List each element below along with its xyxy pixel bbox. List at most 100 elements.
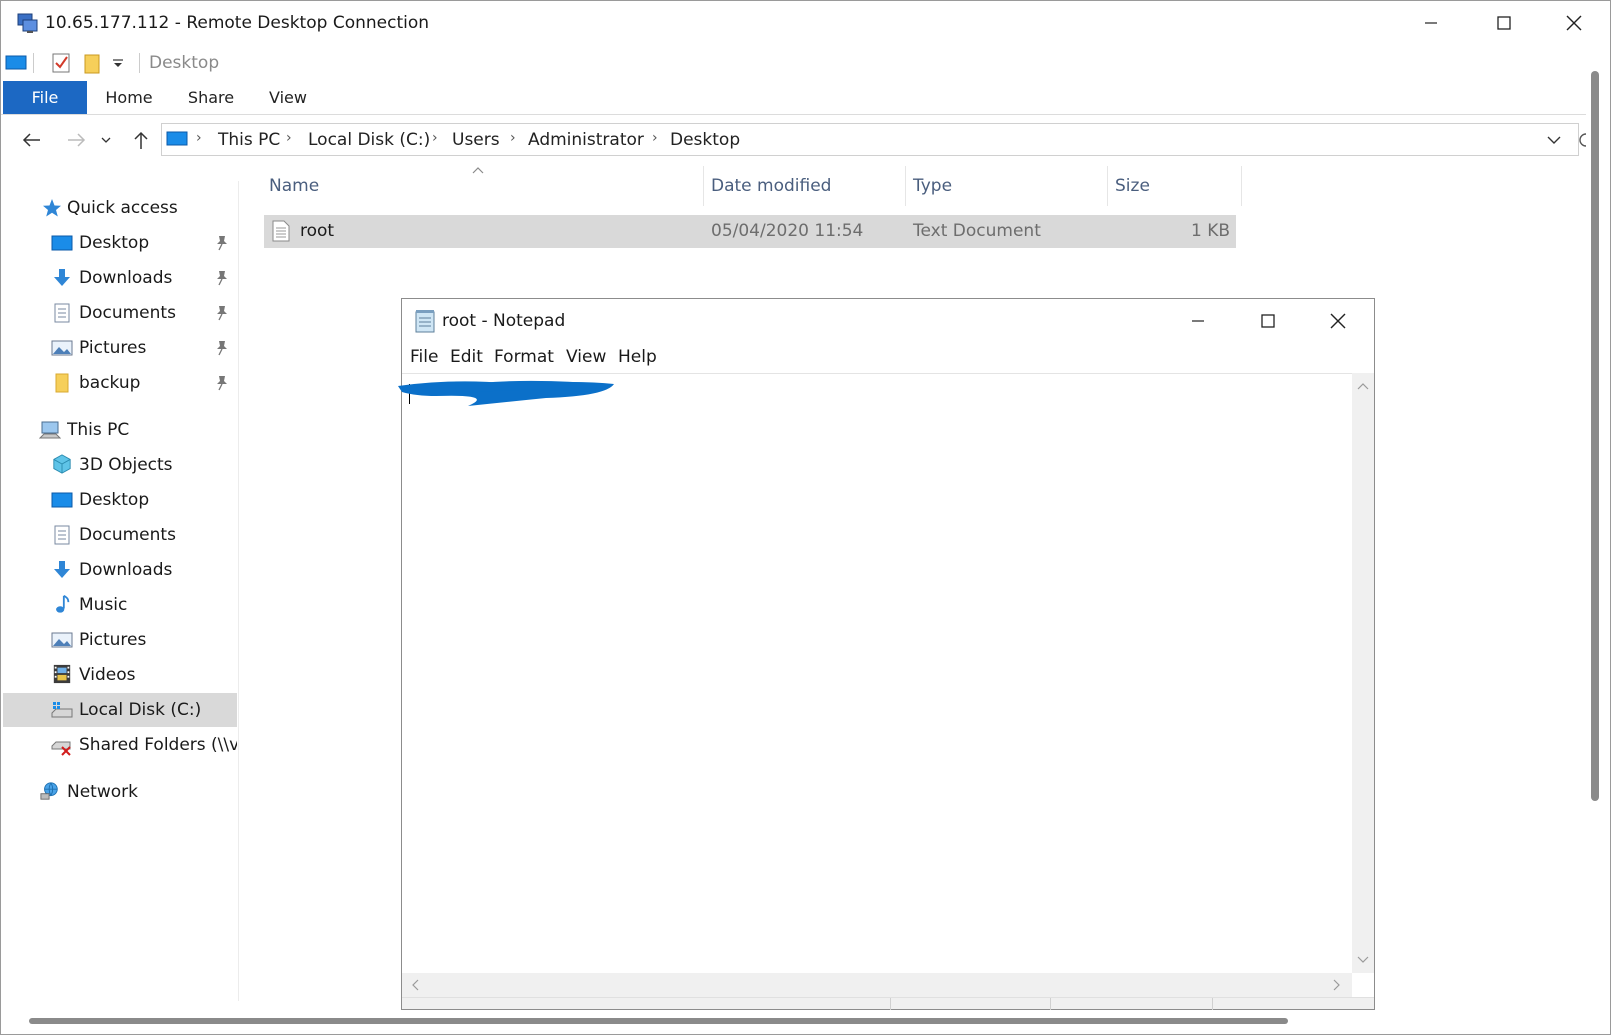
column-divider[interactable]	[905, 166, 906, 206]
nav-this-pc[interactable]: This PC	[3, 413, 237, 447]
menu-edit[interactable]: Edit	[450, 347, 483, 367]
status-divider	[1050, 998, 1051, 1010]
column-divider[interactable]	[1241, 166, 1242, 206]
scroll-left-chevron-icon[interactable]	[410, 979, 420, 991]
rdp-maximize-button[interactable]	[1469, 1, 1539, 45]
notepad-close-button[interactable]	[1303, 299, 1373, 343]
notepad-vertical-scrollbar[interactable]	[1352, 373, 1374, 973]
nav-pc-desktop[interactable]: Desktop	[3, 483, 237, 517]
nav-shared-folders[interactable]: Shared Folders (\\vr	[3, 728, 237, 762]
menu-format[interactable]: Format	[494, 347, 554, 367]
breadcrumb-desktop[interactable]: Desktop	[670, 130, 740, 150]
text-document-icon	[272, 220, 290, 242]
nav-pc-pictures[interactable]: Pictures	[3, 623, 237, 657]
pin-icon[interactable]	[215, 375, 229, 391]
column-header-size[interactable]: Size	[1115, 164, 1150, 208]
properties-check-icon[interactable]	[51, 52, 71, 74]
tab-home[interactable]: Home	[101, 81, 157, 114]
nav-quick-documents[interactable]: Documents	[3, 296, 237, 330]
arrow-up-icon	[134, 131, 148, 149]
minimize-icon	[1425, 22, 1437, 24]
desktop-icon	[51, 235, 73, 251]
pin-icon[interactable]	[215, 270, 229, 286]
breadcrumb-users[interactable]: Users	[452, 130, 500, 150]
notepad-horizontal-scrollbar[interactable]	[402, 973, 1352, 997]
nav-label: Local Disk (C:)	[79, 700, 202, 720]
breadcrumb-separator-icon: ›	[196, 130, 202, 146]
chevron-down-icon	[101, 137, 111, 143]
pin-icon[interactable]	[215, 340, 229, 356]
column-divider[interactable]	[703, 166, 704, 206]
breadcrumb-administrator[interactable]: Administrator	[528, 130, 644, 150]
nav-local-disk[interactable]: Local Disk (C:)	[3, 693, 237, 727]
nav-3d-objects[interactable]: 3D Objects	[3, 448, 237, 482]
breadcrumb-separator-icon: ›	[432, 130, 438, 146]
rdp-window-title: 10.65.177.112 - Remote Desktop Connectio…	[45, 13, 430, 33]
nav-label: Quick access	[67, 198, 178, 218]
scroll-right-chevron-icon[interactable]	[1332, 979, 1342, 991]
rdp-titlebar[interactable]: 10.65.177.112 - Remote Desktop Connectio…	[1, 1, 1610, 45]
pictures-icon	[51, 632, 73, 648]
breadcrumb-this-pc[interactable]: This PC	[218, 130, 280, 150]
customize-dropdown-icon[interactable]	[111, 57, 125, 71]
menu-file[interactable]: File	[410, 347, 438, 367]
tab-view[interactable]: View	[263, 81, 313, 114]
nav-label: Desktop	[79, 233, 150, 253]
nav-pc-documents[interactable]: Documents	[3, 518, 237, 552]
nav-network[interactable]: Network	[3, 775, 237, 809]
this-pc-icon	[166, 131, 188, 146]
new-folder-icon[interactable]	[83, 52, 101, 74]
rdp-minimize-button[interactable]	[1396, 1, 1466, 45]
refresh-icon[interactable]	[1577, 130, 1587, 150]
explorer-vertical-scrollbar[interactable]	[1591, 71, 1599, 801]
nav-quick-pictures[interactable]: Pictures	[3, 331, 237, 365]
notepad-minimize-button[interactable]	[1163, 299, 1233, 343]
nav-music[interactable]: Music	[3, 588, 237, 622]
nav-quick-backup[interactable]: backup	[3, 366, 237, 400]
nav-label: 3D Objects	[79, 455, 173, 475]
nav-pc-downloads[interactable]: Downloads	[3, 553, 237, 587]
nav-label: Shared Folders (\\vr	[79, 735, 237, 755]
up-button[interactable]	[126, 122, 156, 158]
address-bar[interactable]: › This PC › Local Disk (C:) › Users › Ad…	[161, 123, 1579, 156]
notepad-window: root - Notepad File Edit Format View Hel…	[398, 298, 1375, 1010]
nav-quick-downloads[interactable]: Downloads	[3, 261, 237, 295]
nav-quick-desktop[interactable]: Desktop	[3, 226, 237, 260]
column-header-date-modified[interactable]: Date modified	[711, 164, 831, 208]
tab-file[interactable]: File	[3, 81, 87, 114]
nav-videos[interactable]: Videos	[3, 658, 237, 692]
menu-help[interactable]: Help	[618, 347, 657, 367]
notepad-text-area[interactable]	[398, 373, 1352, 973]
nav-label: Documents	[79, 303, 176, 323]
breadcrumb-local-disk[interactable]: Local Disk (C:)	[308, 130, 430, 150]
menu-view[interactable]: View	[566, 347, 606, 367]
address-row: › This PC › Local Disk (C:) › Users › Ad…	[1, 122, 1587, 158]
nav-quick-access[interactable]: Quick access	[3, 191, 237, 225]
nav-label: Pictures	[79, 338, 147, 358]
status-divider	[890, 998, 891, 1010]
notepad-maximize-button[interactable]	[1233, 299, 1303, 343]
pin-icon[interactable]	[215, 235, 229, 251]
notepad-titlebar[interactable]: root - Notepad	[402, 299, 1374, 343]
download-arrow-icon	[54, 561, 70, 578]
column-header-name[interactable]: Name	[269, 164, 319, 208]
forward-button[interactable]	[61, 122, 91, 158]
scroll-up-chevron-icon[interactable]	[1357, 381, 1369, 391]
tab-share[interactable]: Share	[181, 81, 241, 114]
ribbon-tabs: File Home Share View	[1, 81, 1586, 115]
column-header-type[interactable]: Type	[913, 164, 952, 208]
recent-locations-button[interactable]	[96, 122, 116, 158]
close-icon	[1330, 313, 1346, 329]
explorer-horizontal-scrollbar[interactable]	[29, 1018, 1288, 1024]
rdp-close-button[interactable]	[1539, 1, 1609, 45]
computer-icon[interactable]	[5, 53, 27, 73]
file-row[interactable]: root 05/04/2020 11:54 Text Document 1 KB	[264, 215, 1236, 248]
status-divider	[1212, 998, 1213, 1010]
scroll-down-chevron-icon[interactable]	[1357, 955, 1369, 965]
pin-icon[interactable]	[215, 305, 229, 321]
address-history-chevron-down-icon[interactable]	[1546, 134, 1562, 146]
pictures-icon	[51, 340, 73, 356]
remote-desktop-icon	[17, 13, 38, 33]
back-button[interactable]	[17, 122, 47, 158]
column-divider[interactable]	[1107, 166, 1108, 206]
